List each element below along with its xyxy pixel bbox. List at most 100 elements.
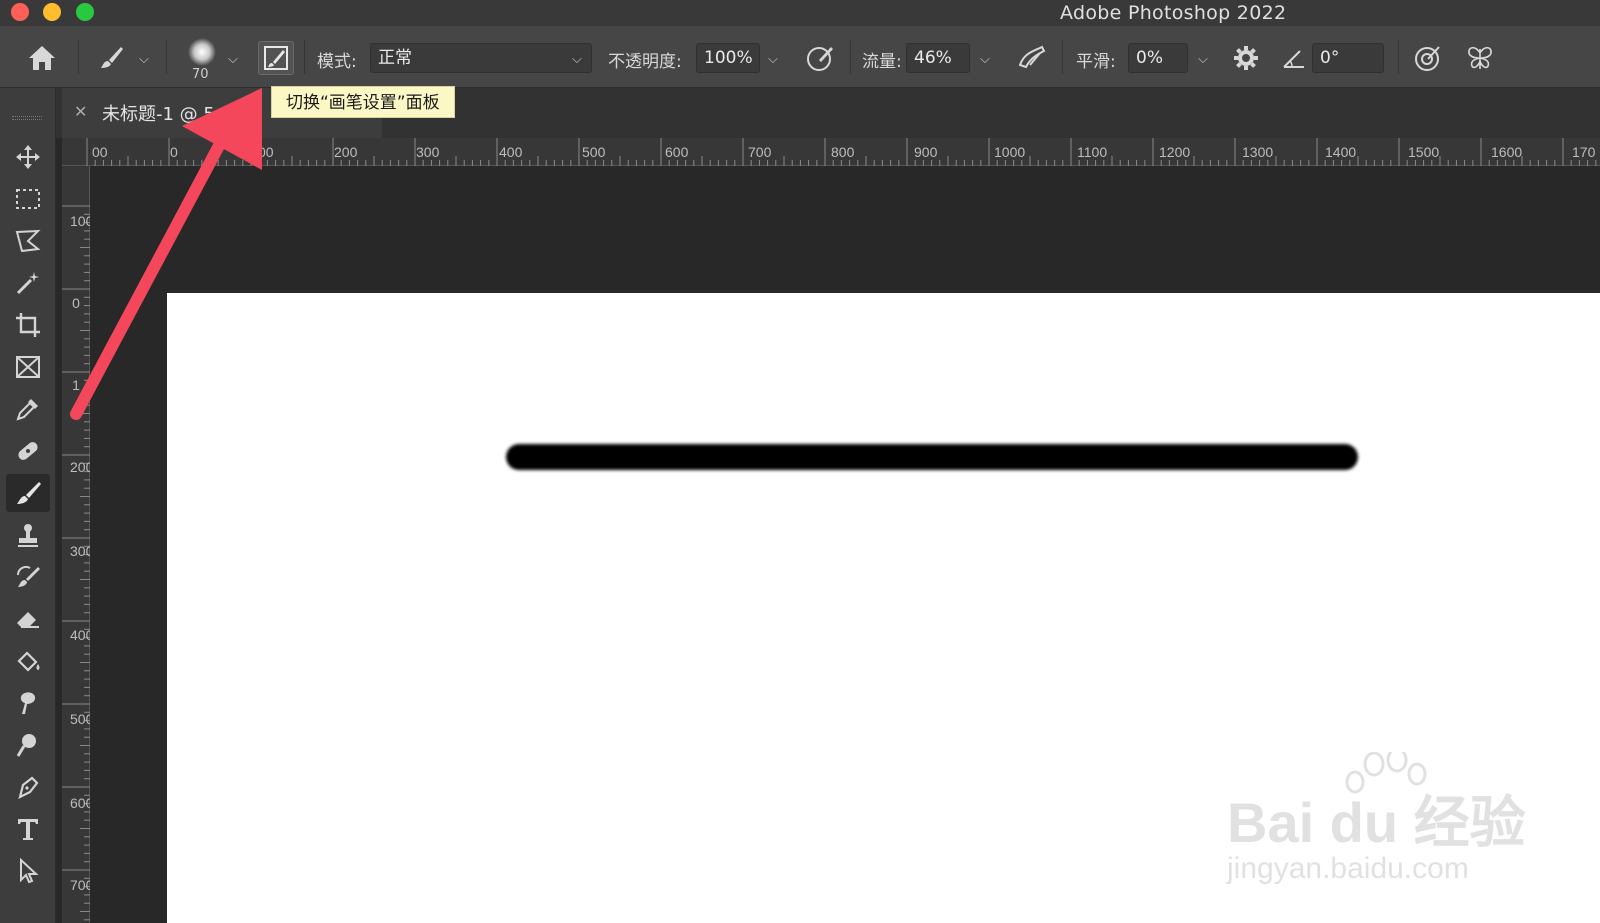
ruler-label: 700 bbox=[748, 144, 772, 160]
ruler-label: 600 bbox=[70, 795, 94, 811]
chevron-down-icon[interactable]: ⌵ bbox=[768, 52, 778, 67]
tools-panel bbox=[0, 88, 56, 923]
brush-settings-tooltip: 切换“画笔设置”面板 bbox=[271, 86, 455, 118]
pen-tool[interactable] bbox=[6, 768, 50, 806]
dodge-tool[interactable] bbox=[6, 726, 50, 764]
history-brush-icon bbox=[16, 565, 40, 587]
close-icon[interactable]: ✕ bbox=[74, 102, 87, 121]
brush-tool[interactable] bbox=[6, 474, 50, 512]
frame-tool[interactable] bbox=[6, 348, 50, 386]
eraser-icon bbox=[17, 612, 39, 628]
mode-select[interactable]: 正常 bbox=[370, 43, 592, 73]
dodge-icon bbox=[16, 734, 36, 757]
paint-bucket-tool[interactable] bbox=[6, 642, 50, 680]
mode-value: 正常 bbox=[378, 48, 412, 68]
marquee-tool[interactable] bbox=[6, 180, 50, 218]
ruler-label: 400 bbox=[499, 144, 523, 160]
ruler-label: 00 bbox=[258, 144, 274, 160]
app-title: Adobe Photoshop 2022 bbox=[1060, 2, 1287, 24]
ruler-label: 00 bbox=[92, 144, 108, 160]
chevron-down-icon[interactable]: ⌵ bbox=[228, 52, 238, 67]
symmetry-button[interactable] bbox=[1462, 40, 1498, 76]
brush-angle-input[interactable]: 0° bbox=[1312, 43, 1384, 73]
document-tab-bar: ›› ✕ 未标题-1 @ 5% bbox=[0, 88, 1600, 138]
magic-wand-tool[interactable] bbox=[6, 264, 50, 302]
brush-size-label: 70 bbox=[192, 67, 209, 82]
ruler-label: 500 bbox=[582, 144, 606, 160]
chevron-down-icon[interactable]: ⌵ bbox=[139, 52, 149, 67]
angle-icon bbox=[1280, 44, 1308, 72]
watermark-brand: Bai du 经验 bbox=[1227, 791, 1526, 854]
smoothing-label: 平滑: bbox=[1076, 52, 1116, 72]
ruler-label: 900 bbox=[914, 144, 938, 160]
polygonal-lasso-icon bbox=[15, 229, 41, 253]
eyedropper-tool[interactable] bbox=[6, 390, 50, 428]
crop-tool[interactable] bbox=[6, 306, 50, 344]
brush-icon bbox=[101, 47, 123, 68]
eyedropper-icon bbox=[16, 399, 38, 421]
panel-grip[interactable] bbox=[12, 116, 42, 120]
brush-angle-value: 0° bbox=[1320, 48, 1340, 68]
ruler-label: 1400 bbox=[1325, 144, 1357, 160]
frame-icon bbox=[16, 356, 40, 378]
clone-stamp-tool[interactable] bbox=[6, 516, 50, 554]
window-close-button[interactable] bbox=[11, 3, 29, 21]
magic-wand-icon bbox=[16, 272, 39, 295]
title-bar: Adobe Photoshop 2022 bbox=[0, 0, 1600, 26]
ruler-label: 1500 bbox=[1408, 144, 1440, 160]
history-brush-tool[interactable] bbox=[6, 558, 50, 596]
brush-settings-icon bbox=[264, 46, 288, 70]
type-tool[interactable] bbox=[6, 810, 50, 848]
chevron-down-icon[interactable]: ⌵ bbox=[1198, 52, 1208, 67]
tool-preset-picker[interactable] bbox=[94, 40, 128, 76]
ruler-label: 800 bbox=[831, 144, 855, 160]
brush-icon bbox=[17, 482, 41, 504]
rectangular-marquee-icon bbox=[16, 189, 40, 209]
type-icon bbox=[18, 819, 38, 840]
ruler-label: 300 bbox=[70, 543, 94, 559]
window-maximize-button[interactable] bbox=[76, 3, 94, 21]
ruler-label: 1600 bbox=[1491, 144, 1523, 160]
ruler-label: 1200 bbox=[1159, 144, 1191, 160]
home-icon bbox=[29, 46, 55, 70]
pen-icon bbox=[18, 776, 39, 800]
opacity-input[interactable]: 100% bbox=[696, 43, 760, 73]
path-selection-tool[interactable] bbox=[6, 852, 50, 890]
document-tab-title: 未标题-1 @ 5% bbox=[102, 104, 246, 125]
toggle-brush-settings-button[interactable] bbox=[258, 41, 294, 75]
chevron-down-icon: ⌵ bbox=[572, 52, 582, 67]
opacity-pressure-button[interactable] bbox=[802, 40, 838, 76]
smoothing-options-button[interactable] bbox=[1228, 40, 1264, 76]
flow-value: 46% bbox=[914, 48, 952, 68]
flow-label: 流量: bbox=[862, 52, 902, 72]
smoothing-value: 0% bbox=[1136, 48, 1163, 68]
ruler-label: 200 bbox=[334, 144, 358, 160]
window-minimize-button[interactable] bbox=[43, 3, 61, 21]
size-pressure-button[interactable] bbox=[1410, 40, 1446, 76]
healing-brush-tool[interactable] bbox=[6, 432, 50, 470]
home-button[interactable] bbox=[22, 40, 62, 76]
ruler-label: 1100 bbox=[1077, 144, 1108, 160]
options-bar: ⌵ 70 ⌵ 模式: 正常 ⌵ 不透明度: 100% ⌵ 流量: 46% ⌵ 平… bbox=[0, 26, 1600, 88]
gear-icon bbox=[1234, 46, 1258, 70]
ruler-label: 170 bbox=[1572, 144, 1596, 160]
move-tool[interactable] bbox=[6, 138, 50, 176]
butterfly-icon bbox=[1468, 46, 1492, 69]
brush-preset-picker[interactable] bbox=[184, 36, 220, 68]
flow-input[interactable]: 46% bbox=[906, 43, 970, 73]
chevron-down-icon[interactable]: ⌵ bbox=[980, 52, 990, 67]
airbrush-button[interactable] bbox=[1014, 40, 1050, 76]
paint-bucket-icon bbox=[17, 651, 40, 672]
smoothing-input[interactable]: 0% bbox=[1128, 43, 1188, 73]
opacity-value: 100% bbox=[704, 48, 753, 68]
horizontal-ruler[interactable]: 00 0 00 200 300 400 500 600 700 800 900 … bbox=[62, 138, 1600, 166]
mode-label: 模式: bbox=[317, 52, 357, 72]
pressure-opacity-icon bbox=[807, 47, 833, 71]
vertical-ruler[interactable]: 100 0 1 200 300 400 500 600 700 bbox=[62, 166, 94, 923]
smudge-tool[interactable] bbox=[6, 684, 50, 722]
soft-brush-tip-icon bbox=[188, 38, 216, 66]
eraser-tool[interactable] bbox=[6, 600, 50, 638]
opacity-label: 不透明度: bbox=[608, 52, 682, 72]
lasso-tool[interactable] bbox=[6, 222, 50, 260]
ruler-label: 200 bbox=[70, 459, 94, 475]
